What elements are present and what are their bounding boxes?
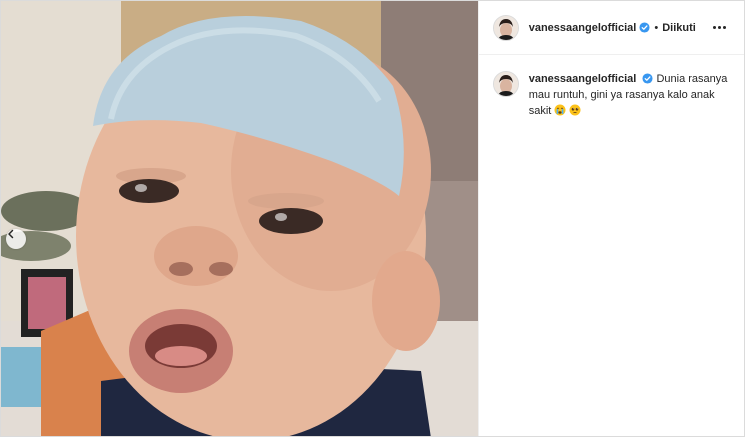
separator-dot: • xyxy=(654,21,659,34)
post-caption: vanessaangelofficial Dunia rasanya mau r… xyxy=(479,55,744,121)
post-header: vanessaangelofficial • Diikuti xyxy=(478,1,744,55)
author-username[interactable]: vanessaangelofficial xyxy=(529,22,637,34)
instagram-post: vanessaangelofficial • Diikuti vanessaan… xyxy=(0,0,745,437)
carousel-prev-button[interactable] xyxy=(6,229,26,249)
verified-badge-icon xyxy=(639,22,650,33)
crying-face-icon xyxy=(554,104,566,121)
more-dot-icon xyxy=(713,26,716,29)
following-button[interactable]: Diikuti xyxy=(662,22,696,34)
pleading-face-icon xyxy=(569,104,581,121)
chevron-left-icon xyxy=(8,229,14,239)
more-dot-icon xyxy=(723,26,726,29)
more-dot-icon xyxy=(718,26,721,29)
caption-body: vanessaangelofficial Dunia rasanya mau r… xyxy=(529,71,730,121)
post-photo xyxy=(1,1,478,436)
caption-avatar[interactable] xyxy=(492,71,519,97)
post-media[interactable] xyxy=(1,1,478,436)
profile-picture xyxy=(493,72,518,96)
caption-username[interactable]: vanessaangelofficial xyxy=(529,73,637,85)
verified-badge-icon xyxy=(642,73,653,84)
profile-picture xyxy=(493,15,518,40)
avatar[interactable] xyxy=(492,14,519,41)
more-options-button[interactable] xyxy=(709,22,730,33)
post-sidebar: vanessaangelofficial • Diikuti vanessaan… xyxy=(477,1,744,436)
